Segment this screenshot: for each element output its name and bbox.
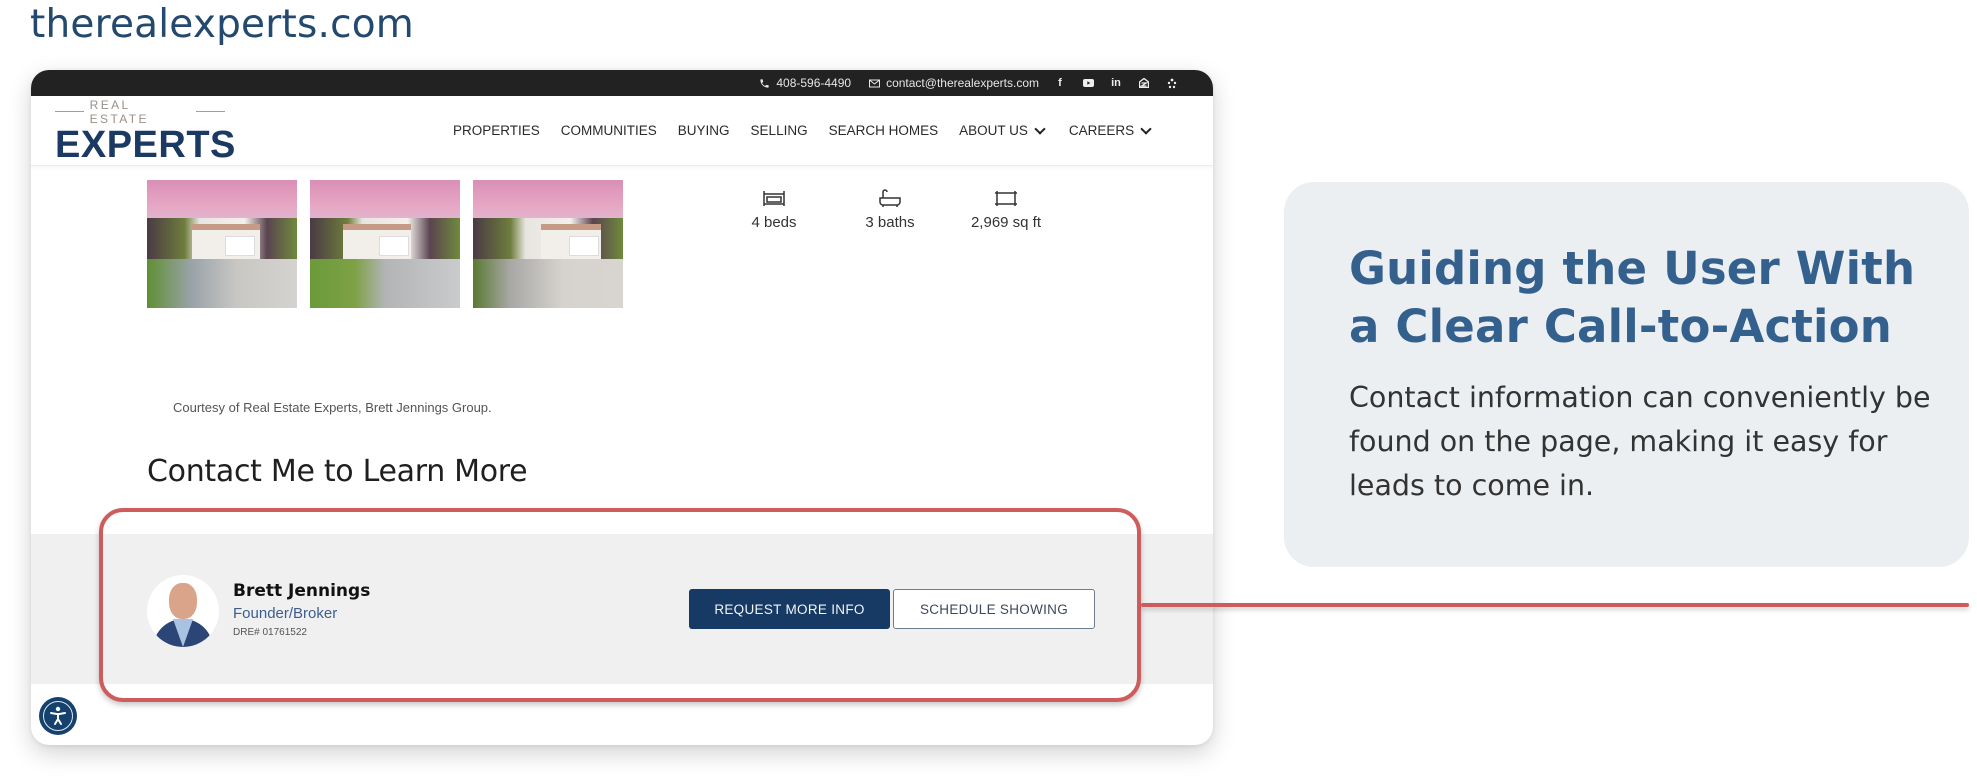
- listing-specs: 4 beds 3 baths 2,969 sq ft: [716, 188, 1064, 231]
- nav-communities[interactable]: COMMUNITIES: [561, 123, 657, 138]
- phone-icon: [760, 78, 769, 88]
- zillow-icon[interactable]: [1137, 76, 1151, 90]
- house-photo-angle[interactable]: [310, 180, 460, 308]
- contact-section-heading: Contact Me to Learn More: [147, 454, 528, 489]
- callout-title: Guiding the User With a Clear Call-to-Ac…: [1349, 242, 1916, 353]
- spec-beds: 4 beds: [716, 188, 832, 231]
- logo-wordmark: EXPERTS: [55, 123, 236, 166]
- youtube-icon[interactable]: [1081, 76, 1095, 90]
- top-contact-bar: 408-596-4490 contact@therealexperts.com …: [31, 70, 1213, 96]
- house-photo-driveway[interactable]: [473, 180, 623, 308]
- main-navbar: REAL ESTATE EXPERTS PROPERTIES COMMUNITI…: [31, 96, 1213, 166]
- nav-careers[interactable]: CAREERS: [1069, 122, 1152, 138]
- site-domain-title: therealexperts.com: [30, 2, 414, 47]
- annotation-connector-line: [1141, 603, 1969, 607]
- email-address: contact@therealexperts.com: [886, 76, 1039, 90]
- area-icon: [995, 191, 1017, 206]
- accessibility-icon: [50, 706, 66, 725]
- spec-area: 2,969 sq ft: [948, 188, 1064, 231]
- email-link[interactable]: contact@therealexperts.com: [869, 76, 1039, 90]
- nav-selling[interactable]: SELLING: [751, 123, 808, 138]
- phone-link[interactable]: 408-596-4490: [759, 76, 851, 90]
- nav-search-homes[interactable]: SEARCH HOMES: [829, 123, 939, 138]
- listing-courtesy-text: Courtesy of Real Estate Experts, Brett J…: [173, 400, 492, 415]
- callout-body: Contact information can conveniently be …: [1349, 381, 1931, 502]
- email-icon: [869, 79, 881, 87]
- listing-photo-gallery: [147, 180, 623, 308]
- logo-tagline: REAL ESTATE: [89, 97, 149, 126]
- annotation-callout-card: Guiding the User With a Clear Call-to-Ac…: [1284, 182, 1969, 567]
- nav-properties[interactable]: PROPERTIES: [453, 123, 540, 138]
- yelp-icon[interactable]: [1165, 76, 1179, 90]
- nav-about-us[interactable]: ABOUT US: [959, 122, 1046, 138]
- accessibility-button[interactable]: [39, 697, 77, 735]
- logo-rule: [196, 111, 226, 112]
- bathtub-icon: [879, 189, 901, 207]
- chevron-down-icon: [1034, 122, 1046, 135]
- primary-nav: PROPERTIES COMMUNITIES BUYING SELLING SE…: [453, 122, 1152, 138]
- nav-buying[interactable]: BUYING: [678, 123, 730, 138]
- facebook-icon[interactable]: f: [1053, 76, 1067, 90]
- cta-highlight-box: [99, 508, 1141, 702]
- phone-number: 408-596-4490: [776, 76, 852, 90]
- site-logo[interactable]: REAL ESTATE EXPERTS: [55, 97, 236, 166]
- spec-baths: 3 baths: [832, 188, 948, 231]
- bed-icon: [763, 191, 785, 206]
- chevron-down-icon: [1140, 122, 1152, 135]
- house-photo-front[interactable]: [147, 180, 297, 308]
- linkedin-icon[interactable]: in: [1109, 76, 1123, 90]
- logo-rule: [55, 111, 84, 112]
